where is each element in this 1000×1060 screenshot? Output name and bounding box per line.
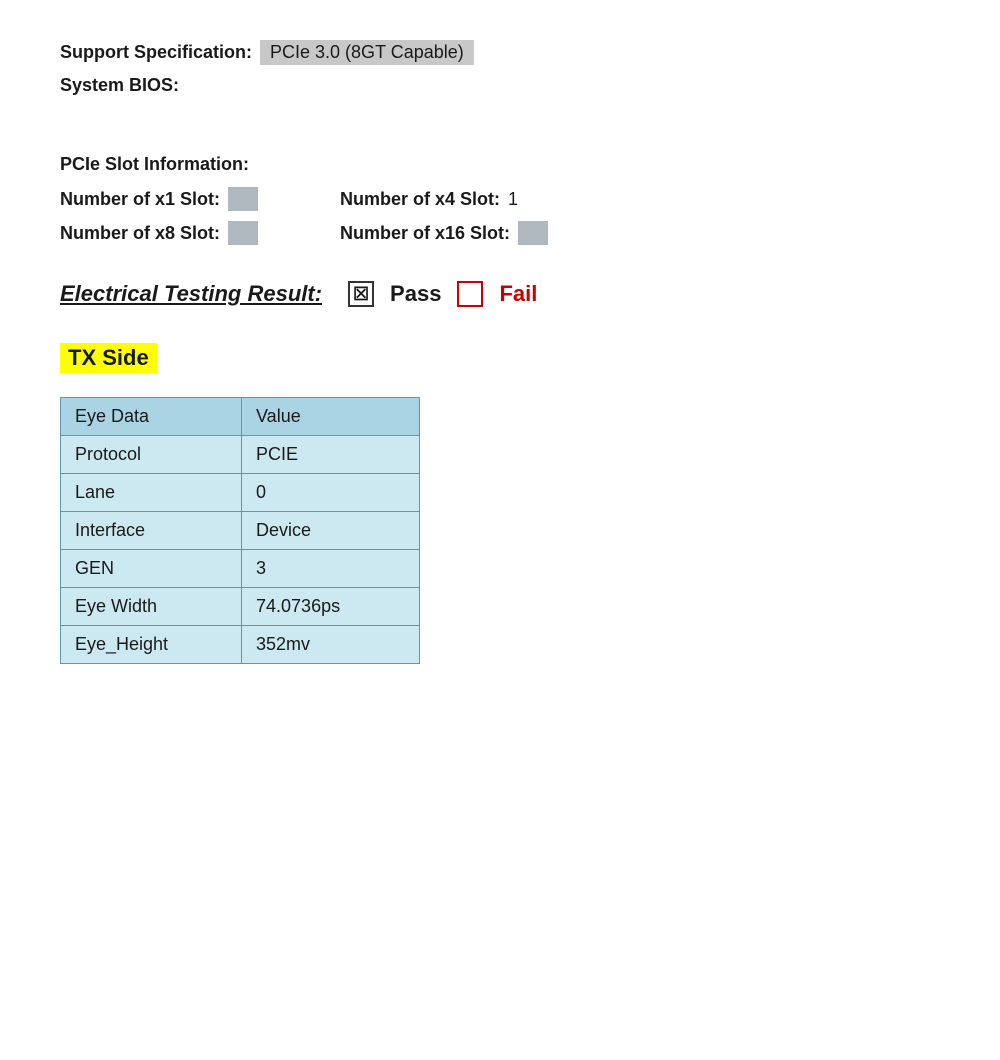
electrical-title: Electrical Testing Result: xyxy=(60,281,322,307)
table-cell-value: 352mv xyxy=(242,626,420,664)
slot-x8-box xyxy=(228,221,258,245)
slot-info-title: PCIe Slot Information: xyxy=(60,154,940,175)
slot-x4-label: Number of x4 Slot: xyxy=(340,189,500,210)
eye-table: Eye Data Value ProtocolPCIELane0Interfac… xyxy=(60,397,420,664)
table-cell-label: Protocol xyxy=(61,436,242,474)
table-cell-label: GEN xyxy=(61,550,242,588)
slot-x16-row: Number of x16 Slot: xyxy=(340,221,620,245)
table-row: GEN3 xyxy=(61,550,420,588)
system-bios-row: System BIOS: xyxy=(60,75,940,96)
slot-info-section: PCIe Slot Information: Number of x1 Slot… xyxy=(60,154,940,245)
fail-checkbox[interactable] xyxy=(457,281,483,307)
electrical-section: Electrical Testing Result: ☒ Pass Fail xyxy=(60,281,940,307)
table-cell-label: Eye Width xyxy=(61,588,242,626)
pass-checkbox[interactable]: ☒ xyxy=(348,281,374,307)
tx-side-label: TX Side xyxy=(60,343,157,373)
table-cell-label: Eye_Height xyxy=(61,626,242,664)
table-header-value: Value xyxy=(242,398,420,436)
table-cell-value: Device xyxy=(242,512,420,550)
fail-label: Fail xyxy=(499,281,537,307)
slot-x1-box xyxy=(228,187,258,211)
table-row: Lane0 xyxy=(61,474,420,512)
table-cell-value: 3 xyxy=(242,550,420,588)
pass-label: Pass xyxy=(390,281,441,307)
slot-x16-box xyxy=(518,221,548,245)
table-cell-value: 74.0736ps xyxy=(242,588,420,626)
slot-x4-value: 1 xyxy=(508,189,518,210)
table-row: Eye_Height352mv xyxy=(61,626,420,664)
table-row: ProtocolPCIE xyxy=(61,436,420,474)
table-cell-label: Lane xyxy=(61,474,242,512)
table-cell-label: Interface xyxy=(61,512,242,550)
table-header-row: Eye Data Value xyxy=(61,398,420,436)
slot-x16-label: Number of x16 Slot: xyxy=(340,223,510,244)
table-row: InterfaceDevice xyxy=(61,512,420,550)
support-spec-row: Support Specification: PCIe 3.0 (8GT Cap… xyxy=(60,40,940,65)
slot-x4-row: Number of x4 Slot: 1 xyxy=(340,187,620,211)
tx-side-section: TX Side xyxy=(60,343,940,373)
slot-x8-label: Number of x8 Slot: xyxy=(60,223,220,244)
table-row: Eye Width74.0736ps xyxy=(61,588,420,626)
slot-x1-row: Number of x1 Slot: xyxy=(60,187,340,211)
table-cell-value: 0 xyxy=(242,474,420,512)
support-spec-value: PCIe 3.0 (8GT Capable) xyxy=(260,40,474,65)
table-header-eye-data: Eye Data xyxy=(61,398,242,436)
slot-x8-row: Number of x8 Slot: xyxy=(60,221,340,245)
slot-x1-label: Number of x1 Slot: xyxy=(60,189,220,210)
table-cell-value: PCIE xyxy=(242,436,420,474)
slot-grid: Number of x1 Slot: Number of x4 Slot: 1 … xyxy=(60,187,940,245)
system-bios-label: System BIOS: xyxy=(60,75,179,96)
support-spec-label: Support Specification: xyxy=(60,42,252,63)
